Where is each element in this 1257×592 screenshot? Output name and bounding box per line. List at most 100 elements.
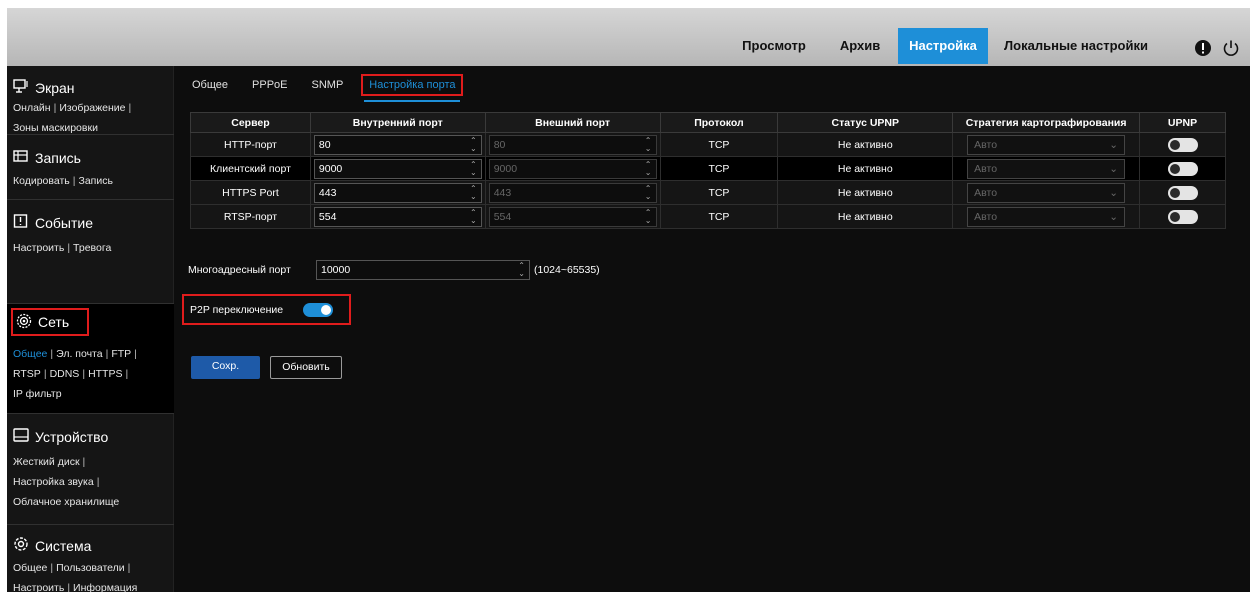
link-privacy-zones[interactable]: Зоны маскировки [13, 122, 98, 134]
sidebar-item-label: Устройство [35, 428, 109, 445]
mapping-strategy-value: Авто [974, 210, 998, 223]
col-header-external-port: Внешний порт [484, 112, 661, 133]
mapping-strategy-select: Авто ⌄ [967, 134, 1126, 155]
link-system-general[interactable]: Общее [13, 562, 47, 574]
multicast-port-label: Многоадресный порт [188, 264, 291, 276]
power-icon[interactable] [1222, 39, 1240, 60]
tab-pppoe[interactable]: PPPoE [240, 74, 299, 100]
sidebar-links-network: Общее | Эл. почта | FTP | RTSP | DDNS | HTTPS | IP… [13, 348, 137, 400]
link-system-configure[interactable]: Настроить [13, 582, 64, 592]
link-audio[interactable]: Настройка звука [13, 476, 94, 488]
internal-port-value: 80 [318, 138, 331, 151]
internal-port-input[interactable]: 554 ⌃ ⌄ [313, 206, 482, 227]
col-header-mapping-strategy: Стратегия картографирования [952, 112, 1141, 133]
upnp-toggle[interactable] [1167, 137, 1198, 152]
link-users[interactable]: Пользователи [56, 562, 125, 574]
link-encode[interactable]: Кодировать [13, 175, 70, 187]
nav-archive[interactable]: Архив [827, 28, 893, 64]
spinner-icon[interactable]: ⌃ ⌄ [470, 184, 477, 201]
link-ftp[interactable]: FTP [111, 348, 131, 360]
spinner-icon[interactable]: ⌃ ⌄ [470, 136, 477, 153]
internal-port-input[interactable]: 9000 ⌃ ⌄ [313, 158, 482, 179]
network-icon [16, 313, 32, 332]
tab-bar: Общее PPPoE SNMP Настройка порта [180, 74, 464, 100]
mapping-strategy-select: Авто ⌄ [967, 206, 1126, 227]
link-online[interactable]: Онлайн [13, 102, 51, 114]
link-email[interactable]: Эл. почта [56, 348, 102, 360]
link-ddns[interactable]: DDNS [50, 368, 80, 380]
sidebar-section-event: Событие Настроить | Тревога [7, 200, 174, 304]
nav-settings[interactable]: Настройка [898, 28, 988, 64]
multicast-port-value: 10000 [321, 264, 351, 276]
monitor-icon [13, 79, 29, 96]
mapping-strategy-value: Авто [974, 162, 998, 175]
link-configure[interactable]: Настроить [13, 242, 64, 254]
internal-port-value: 443 [318, 186, 337, 199]
server-name: Клиентский порт [190, 156, 311, 181]
link-https[interactable]: HTTPS [88, 368, 122, 380]
sidebar-item-record[interactable]: Запись [13, 149, 81, 166]
sidebar-item-system[interactable]: Система [13, 536, 91, 555]
sidebar-item-event[interactable]: Событие [13, 214, 93, 231]
multicast-port-range: (1024~65535) [534, 264, 600, 276]
spinner-icon[interactable]: ⌃ ⌄ [470, 160, 477, 177]
sidebar-item-screen[interactable]: Экран [13, 79, 75, 96]
upnp-status: Не активно [777, 132, 954, 157]
tab-port-settings[interactable]: Настройка порта [361, 74, 464, 96]
link-image[interactable]: Изображение [59, 102, 125, 114]
spinner-icon[interactable]: ⌃ ⌄ [518, 262, 525, 278]
chevron-down-icon: ⌄ [1109, 186, 1119, 199]
link-hdd[interactable]: Жесткий диск [13, 456, 80, 468]
server-name: HTTPS Port [190, 180, 311, 205]
upnp-toggle[interactable] [1167, 209, 1198, 224]
gear-icon [13, 536, 29, 555]
link-alarm[interactable]: Тревога [73, 242, 111, 254]
save-button[interactable]: Сохр. [191, 356, 260, 379]
upnp-toggle[interactable] [1167, 185, 1198, 200]
external-port-value: 554 [493, 210, 512, 223]
tab-snmp[interactable]: SNMP [300, 74, 356, 100]
chevron-down-icon: ⌄ [1109, 210, 1119, 223]
link-general[interactable]: Общее [13, 348, 47, 360]
sidebar-links-event: Настроить | Тревога [13, 242, 112, 254]
nav-local-settings[interactable]: Локальные настройки [997, 28, 1155, 64]
upnp-toggle[interactable] [1167, 161, 1198, 176]
chevron-down-icon: ⌄ [1109, 162, 1119, 175]
active-tab-underline [364, 100, 460, 102]
internal-port-input[interactable]: 443 ⌃ ⌄ [313, 182, 482, 203]
internal-port-input[interactable]: 80 ⌃ ⌄ [313, 134, 482, 155]
protocol: TCP [659, 180, 779, 205]
sidebar-item-network[interactable]: Сеть [11, 308, 89, 336]
link-rtsp[interactable]: RTSP [13, 368, 41, 380]
col-header-internal-port: Внутренний порт [309, 112, 486, 133]
link-info[interactable]: Информация [73, 582, 137, 592]
p2p-switch-label: P2P переключение [190, 303, 284, 316]
col-header-upnp: UPNP [1139, 112, 1226, 133]
sidebar-links-system: Общее | Пользователи | Настроить | Информация [13, 562, 138, 592]
nav-preview[interactable]: Просмотр [731, 28, 817, 64]
sidebar-item-label: Сеть [38, 314, 70, 330]
p2p-toggle[interactable] [303, 302, 334, 317]
external-port-input: 554 ⌃ ⌄ [488, 206, 657, 227]
alert-icon[interactable] [1194, 39, 1212, 60]
refresh-button[interactable]: Обновить [270, 356, 342, 379]
spinner-icon: ⌃ ⌄ [644, 159, 652, 177]
external-port-value: 9000 [493, 162, 518, 175]
sidebar-section-device: Устройство Жесткий диск | Настройка звука… [7, 414, 174, 525]
link-ip-filter[interactable]: IP фильтр [13, 388, 62, 400]
table-row: Клиентский порт 9000 ⌃ ⌄ 9000 ⌃ ⌄ TCP Не акт… [190, 156, 1226, 181]
multicast-port-row: Многоадресный порт 10000 ⌃ ⌄ (1024~65535) [188, 260, 600, 280]
link-cloud[interactable]: Облачное хранилище [13, 496, 119, 508]
tab-general[interactable]: Общее [180, 74, 240, 100]
link-record[interactable]: Запись [78, 175, 112, 187]
multicast-port-input[interactable]: 10000 ⌃ ⌄ [316, 260, 530, 280]
top-icons [1194, 38, 1240, 60]
upnp-status: Не активно [777, 204, 954, 229]
spinner-icon[interactable]: ⌃ ⌄ [470, 208, 477, 225]
app-window: Просмотр Архив Настройка Локальные настр… [7, 8, 1250, 592]
spinner-icon: ⌃ ⌄ [644, 135, 652, 153]
server-name: HTTP-порт [190, 132, 311, 157]
sidebar-item-device[interactable]: Устройство [13, 428, 108, 445]
external-port-value: 443 [493, 186, 512, 199]
sidebar-section-network: Сеть Общее | Эл. почта | FTP | RTSP | DDNS | HTTP… [7, 304, 174, 414]
